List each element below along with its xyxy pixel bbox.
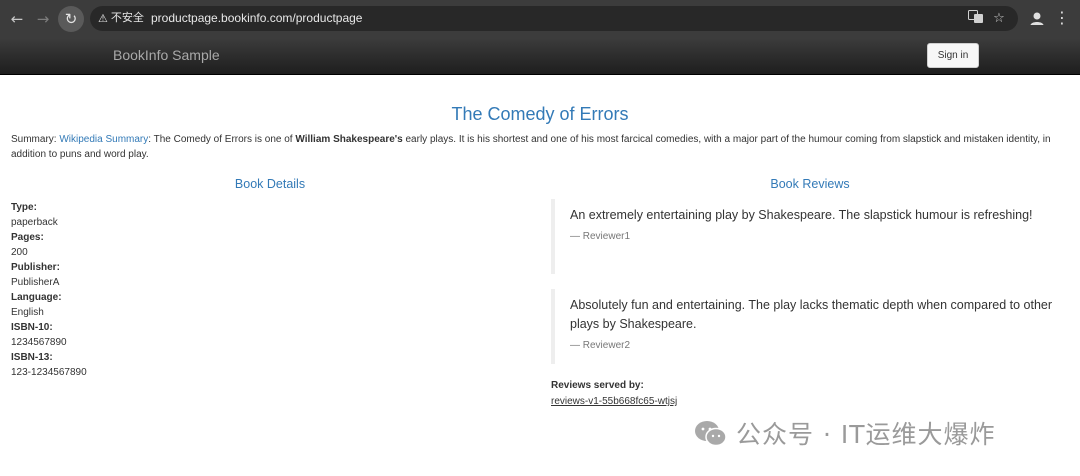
book-details-heading: Book Details: [234, 177, 306, 191]
address-bar[interactable]: ⚠ 不安全 productpage.bookinfo.com/productpa…: [90, 6, 1018, 31]
summary-prefix: Summary:: [11, 134, 60, 145]
watermark-text: 公众号 · IT运维大爆炸: [736, 420, 996, 449]
detail-label-isbn13: ISBN-13:: [11, 352, 53, 363]
detail-value-language: English: [11, 307, 44, 318]
watermark: 公众号 · IT运维大爆炸: [694, 418, 996, 449]
review-item: Absolutely fun and entertaining. The pla…: [551, 289, 1061, 364]
summary-text-1: : The Comedy of Errors is one of: [148, 134, 296, 145]
security-label: 不安全: [110, 12, 144, 24]
detail-label-pages: Pages:: [11, 232, 44, 243]
detail-value-pages: 200: [11, 247, 28, 258]
back-arrow-icon[interactable]: ←: [7, 9, 27, 29]
book-reviews-heading: Book Reviews: [770, 177, 850, 191]
detail-value-publisher: PublisherA: [11, 277, 60, 288]
wechat-logo-icon: [694, 420, 728, 447]
forward-arrow-icon[interactable]: →: [33, 9, 53, 29]
detail-label-language: Language:: [11, 292, 62, 303]
url-text[interactable]: productpage.bookinfo.com/productpage: [151, 11, 362, 26]
review-author: — Reviewer2: [570, 340, 631, 351]
review-text: Absolutely fun and entertaining. The pla…: [570, 298, 1053, 331]
reviews-served-label: Reviews served by:: [551, 380, 644, 391]
review-author: — Reviewer1: [570, 231, 631, 242]
browser-toolbar: ← → ↻ ⚠ 不安全 productpage.bookinfo.com/pro…: [0, 0, 1080, 37]
detail-value-isbn13: 123-1234567890: [11, 367, 87, 378]
page-title: The Comedy of Errors: [451, 104, 629, 124]
profile-icon[interactable]: [1027, 9, 1047, 29]
detail-value-isbn10: 1234567890: [11, 337, 67, 348]
wikipedia-summary-link[interactable]: Wikipedia Summary: [59, 134, 148, 145]
review-item: An extremely entertaining play by Shakes…: [551, 199, 1061, 274]
reviews-served-value: reviews-v1-55b668fc65-wtjsj: [551, 396, 678, 407]
sign-in-button[interactable]: Sign in: [927, 43, 979, 68]
reload-icon[interactable]: ↻: [58, 6, 84, 32]
detail-value-type: paperback: [11, 217, 58, 228]
detail-label-type: Type:: [11, 202, 37, 213]
kebab-menu-icon[interactable]: ⋮: [1054, 8, 1070, 28]
translate-icon[interactable]: [967, 10, 985, 28]
book-summary: Summary: Wikipedia Summary: The Comedy o…: [11, 132, 1069, 162]
review-text: An extremely entertaining play by Shakes…: [570, 208, 1033, 222]
warning-triangle-icon: ⚠: [98, 12, 108, 25]
bookmark-star-icon[interactable]: ☆: [990, 10, 1008, 28]
book-details-list: Type: paperback Pages: 200 Publisher: Pu…: [11, 200, 87, 380]
security-indicator[interactable]: ⚠ 不安全: [98, 11, 144, 26]
navbar-brand[interactable]: BookInfo Sample: [113, 47, 220, 63]
detail-label-isbn10: ISBN-10:: [11, 322, 53, 333]
summary-author: William Shakespeare's: [295, 134, 403, 145]
detail-label-publisher: Publisher:: [11, 262, 60, 273]
app-navbar: BookInfo Sample Sign in: [0, 37, 1080, 75]
